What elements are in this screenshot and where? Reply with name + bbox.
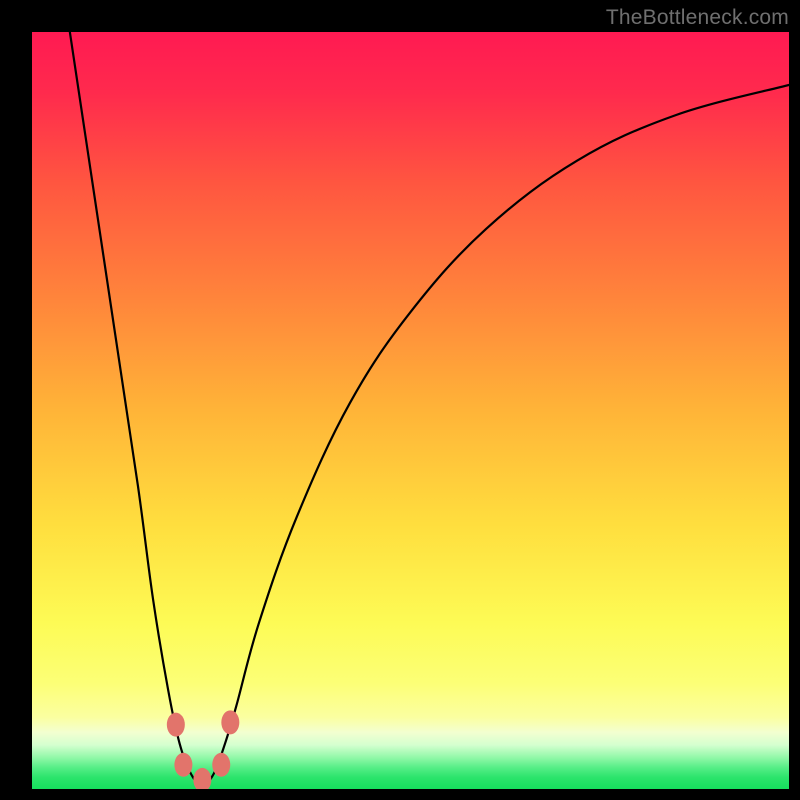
curve-layer — [32, 32, 789, 789]
curve-marker — [212, 753, 230, 777]
curve-markers — [167, 710, 240, 789]
watermark-text: TheBottleneck.com — [606, 6, 789, 30]
curve-marker — [193, 768, 211, 789]
curve-marker — [167, 713, 185, 737]
bottleneck-curve — [70, 32, 789, 785]
chart-frame: TheBottleneck.com — [0, 0, 800, 800]
plot-area — [32, 32, 789, 789]
curve-marker — [221, 710, 239, 734]
curve-marker — [174, 753, 192, 777]
